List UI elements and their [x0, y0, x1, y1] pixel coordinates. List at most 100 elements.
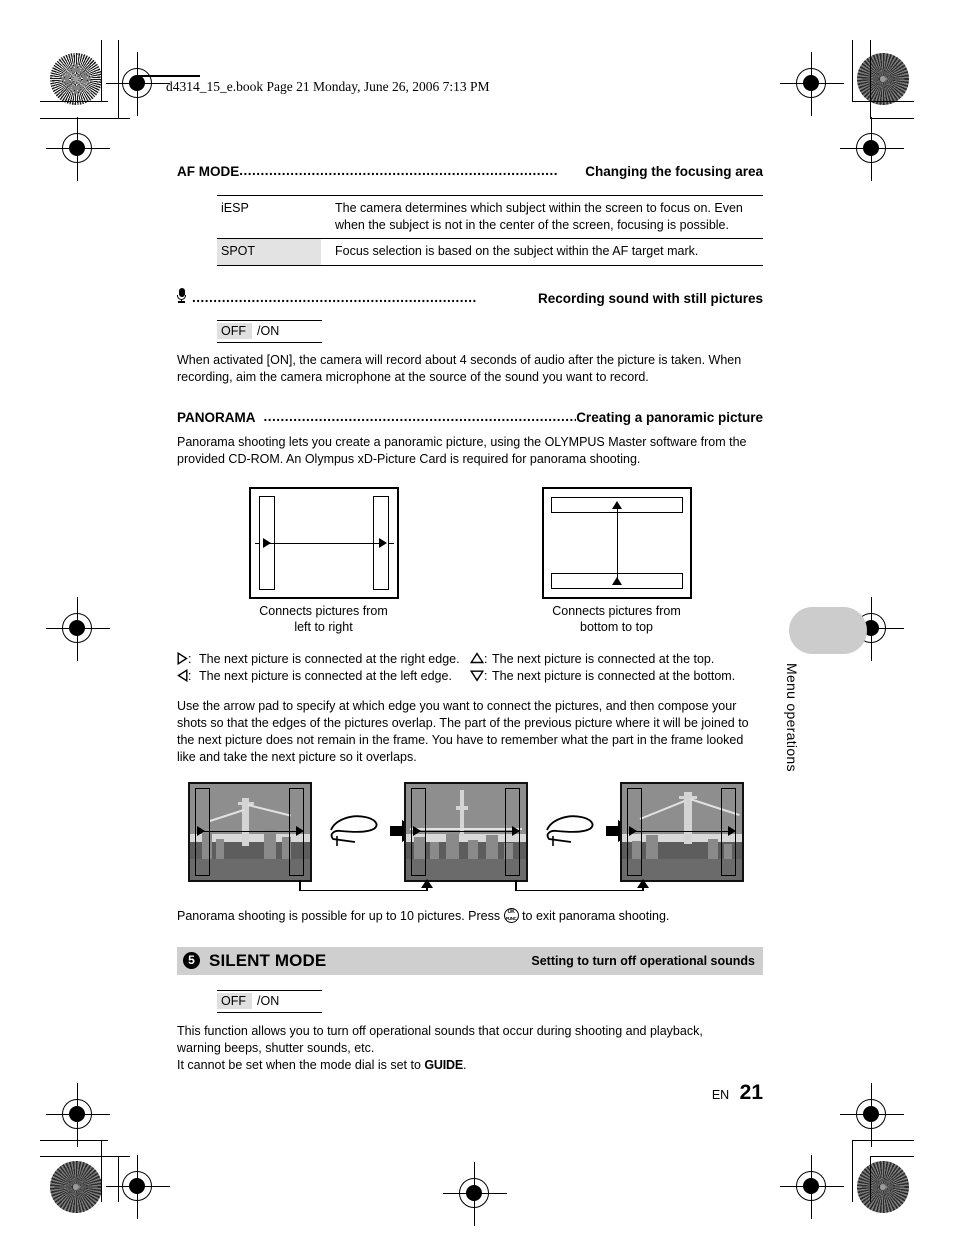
arrow-pad-legend: : The next picture is connected at the r…	[177, 651, 763, 684]
triangle-down-icon: :	[469, 668, 492, 685]
silent-mode-setting-chip[interactable]: OFF /ON	[217, 989, 322, 1013]
sample-photo-1	[188, 781, 312, 882]
trim-line-tr-v1	[852, 40, 854, 102]
legend-text: The next picture is connected at the lef…	[199, 669, 452, 683]
overlap-connector-1-horizontal	[299, 889, 427, 892]
silent-mode-body-line-3-before: It cannot be set when the mode dial is s…	[177, 1057, 421, 1072]
registration-crosshair-bottom-right	[840, 1083, 904, 1147]
af-mode-title: AF MODE	[177, 164, 240, 179]
registration-star-bottom-right	[857, 1161, 909, 1213]
section-heading-af-mode: AF MODE ................................…	[177, 163, 763, 179]
direction-axis	[616, 505, 618, 580]
triangle-right-icon: :	[177, 651, 199, 668]
ok-label: OK	[507, 909, 515, 916]
exit-note-after: to exit panorama shooting.	[522, 908, 670, 923]
frame-left-to-right	[248, 486, 399, 599]
func-label: FUNC	[505, 916, 517, 922]
list-item: : The next picture is connected at the t…	[469, 651, 763, 668]
sound-rec-setting-chip[interactable]: OFF /ON	[217, 319, 322, 343]
silent-mode-body-line-2: warning beeps, shutter sounds, etc.	[177, 1040, 375, 1055]
trim-line-br-h2	[870, 1156, 914, 1158]
caption-line-2: bottom to top	[580, 620, 653, 635]
book-info-line: d4314_15_e.book Page 21 Monday, June 26,…	[166, 79, 490, 94]
sound-rec-off-value[interactable]: OFF	[217, 322, 252, 339]
arrow-head-left	[262, 537, 271, 548]
panorama-instructions-text: Use the arrow pad to specify at which ed…	[177, 698, 749, 764]
registration-crosshair-top-right-lower	[840, 117, 904, 181]
af-mode-row-value: Focus selection is based on the subject …	[335, 244, 699, 259]
legend-text: The next picture is connected at the rig…	[199, 652, 460, 667]
trim-line-br-h1	[852, 1140, 914, 1142]
af-mode-leader: ........................................…	[239, 163, 559, 178]
af-mode-row-key: SPOT	[217, 238, 321, 266]
table-row: SPOT Focus selection is based on the sub…	[217, 238, 763, 266]
silent-mode-on-value[interactable]: /ON	[252, 993, 283, 1009]
panorama-exit-note: Panorama shooting is possible for up to …	[177, 907, 763, 925]
sound-rec-on-value[interactable]: /ON	[252, 323, 283, 339]
arrow-head-right	[378, 537, 387, 548]
trim-line-bl-v1	[101, 1140, 103, 1202]
sound-rec-leader: ........................................…	[192, 289, 477, 305]
hand-gesture-icon-1	[330, 815, 378, 846]
trim-line-tl-h1	[40, 101, 108, 103]
legend-column-left: : The next picture is connected at the r…	[177, 651, 470, 684]
panorama-diagram-left-to-right: Connects pictures from left to right	[214, 486, 434, 636]
panorama-shot-sequence	[177, 781, 763, 894]
overlap-connector-2-down	[515, 879, 517, 891]
trim-line-br-v1	[852, 1140, 854, 1202]
panorama-direction-diagrams: Connects pictures from left to right Con…	[177, 486, 763, 636]
trim-line-tl-v1	[101, 40, 103, 102]
silent-mode-desc: Setting to turn off operational sounds	[531, 953, 755, 968]
legend-text: The next picture is connected at the bot…	[492, 669, 736, 683]
ok-func-button-icon: OK FUNC	[503, 907, 519, 923]
trim-line-tr-v2	[870, 40, 872, 119]
registration-crosshair-bottom-left-lower	[106, 1155, 170, 1219]
registration-crosshair-bottom-left	[46, 1083, 110, 1147]
triangle-left-icon: :	[177, 668, 199, 685]
registration-crosshair-middle-left	[46, 597, 110, 661]
axis-dash-right	[388, 542, 394, 545]
page-footer: EN 21	[600, 1081, 763, 1105]
sound-rec-desc: Recording sound with still pictures	[537, 290, 763, 306]
overlap-connector-2-horizontal	[515, 889, 643, 892]
sound-rec-body-text: When activated [ON], the camera will rec…	[177, 352, 742, 384]
arrow-head-top	[611, 500, 622, 509]
trim-line-bl-h2	[40, 1156, 130, 1158]
direction-axis	[267, 542, 380, 545]
silent-mode-body-text: This function allows you to turn off ope…	[177, 1023, 763, 1074]
registration-crosshair-top-left-lower	[46, 117, 110, 181]
arrow-head-bottom	[611, 576, 622, 585]
list-item: : The next picture is connected at the r…	[177, 651, 470, 668]
silent-mode-title: SILENT MODE	[209, 950, 327, 970]
hand-gesture-icon-2	[546, 815, 594, 846]
panorama-desc: Creating a panoramic picture	[576, 409, 763, 425]
panorama-caption-bt: Connects pictures from bottom to top	[507, 603, 727, 636]
guide-mode-label: GUIDE	[424, 1057, 463, 1072]
af-mode-table: iESP The camera determines which subject…	[217, 195, 763, 266]
sample-photo-3	[620, 781, 744, 882]
af-mode-row-value: The camera determines which subject with…	[335, 201, 743, 232]
section-heading-sound-recording: ........................................…	[177, 287, 763, 306]
table-row: iESP The camera determines which subject…	[217, 195, 763, 239]
footer-language-code: EN	[711, 1088, 730, 1102]
triangle-up-icon: :	[469, 651, 492, 668]
af-mode-row-key: iESP	[221, 201, 249, 215]
legend-column-right: : The next picture is connected at the t…	[469, 651, 763, 685]
axis-dash-left	[254, 542, 260, 545]
frame-bottom-to-top	[541, 486, 692, 599]
legend-text: The next picture is connected at the top…	[492, 652, 715, 667]
sample-photo-2	[404, 781, 528, 882]
panorama-body-text: Panorama shooting lets you create a pano…	[177, 434, 747, 466]
registration-crosshair-top-left	[106, 52, 170, 116]
panorama-diagram-bottom-to-top: Connects pictures from bottom to top	[507, 486, 727, 636]
trim-line-bl-v2	[118, 1156, 120, 1202]
overlap-connector-1-down	[299, 879, 301, 891]
microphone-icon	[177, 287, 186, 303]
caption-line-1: Connects pictures from	[259, 603, 388, 618]
registration-crosshair-bottom-right-lower	[780, 1155, 844, 1219]
trim-line-tr-h2	[870, 118, 914, 120]
overlap-arrowhead-2	[637, 878, 649, 888]
silent-mode-off-value[interactable]: OFF	[217, 992, 252, 1009]
exit-note-before: Panorama shooting is possible for up to …	[177, 908, 501, 923]
footer-page-number: 21	[739, 1081, 763, 1104]
